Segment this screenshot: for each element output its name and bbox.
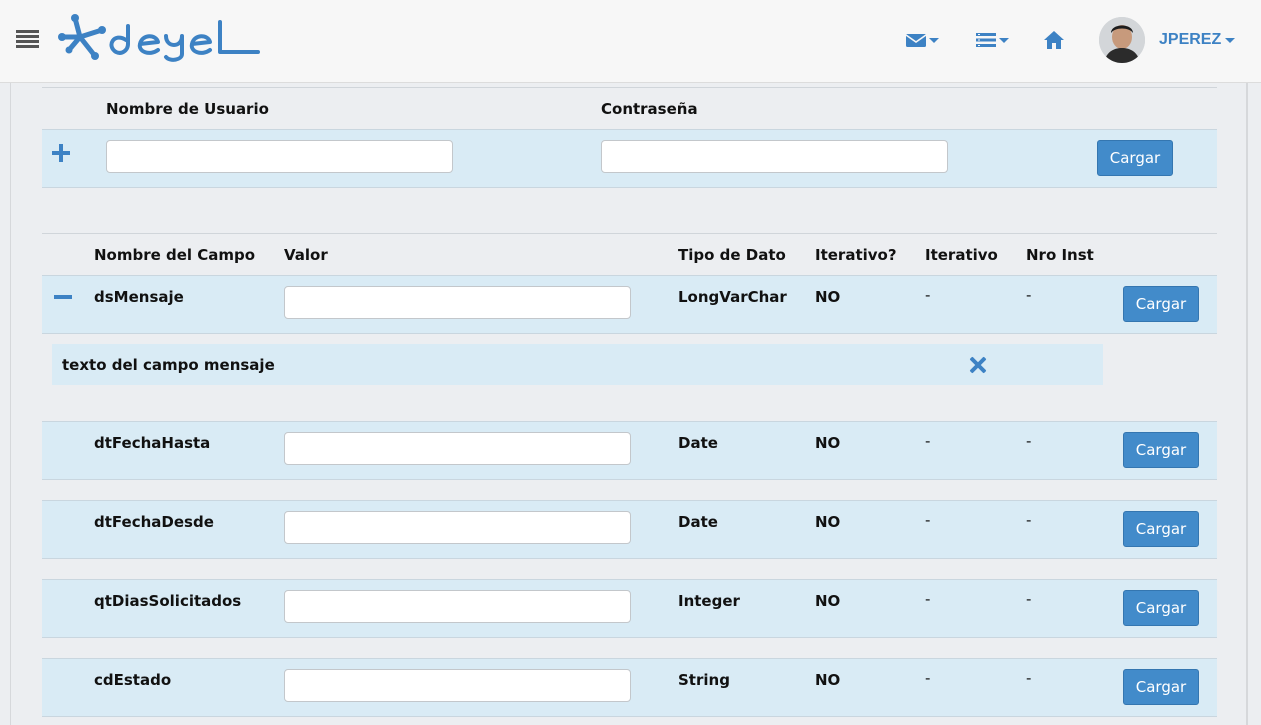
value-input[interactable] — [284, 669, 631, 702]
minus-icon[interactable] — [54, 295, 72, 299]
load-field-button[interactable]: Cargar — [1123, 669, 1199, 705]
iterative-value: - — [925, 590, 931, 608]
menu-icon[interactable] — [16, 30, 39, 50]
nro-inst-value: - — [1026, 286, 1032, 304]
chevron-down-icon — [929, 37, 939, 43]
divider — [42, 233, 1217, 234]
field-description-panel: texto del campo mensaje — [52, 344, 1103, 385]
iterative-value: - — [925, 286, 931, 304]
avatar[interactable] — [1099, 17, 1145, 63]
nro-inst-value: - — [1026, 590, 1032, 608]
nro-inst-value: - — [1026, 511, 1032, 529]
value-input[interactable] — [284, 286, 631, 319]
data-type: Date — [678, 434, 718, 452]
plus-icon[interactable] — [52, 143, 72, 163]
iterative-q-value: NO — [815, 288, 841, 306]
password-column-header: Contraseña — [601, 100, 698, 118]
value-input[interactable] — [284, 511, 631, 544]
load-field-button[interactable]: Cargar — [1123, 511, 1199, 547]
iterative-q-header: Iterativo? — [815, 246, 897, 264]
nro-inst-value: - — [1026, 669, 1032, 687]
load-field-button[interactable]: Cargar — [1123, 590, 1199, 626]
field-name-header: Nombre del Campo — [94, 246, 256, 264]
user-menu[interactable]: JPEREZ — [1159, 31, 1236, 49]
value-input[interactable] — [284, 432, 631, 465]
iterative-q-value: NO — [815, 513, 841, 531]
deyel-logo[interactable]: deyel — [58, 12, 288, 66]
home-icon[interactable] — [1043, 27, 1065, 53]
main-panel: Nombre de Usuario Contraseña Cargar Nomb… — [10, 83, 1248, 725]
field-name: dsMensaje — [94, 288, 184, 306]
chevron-down-icon — [999, 37, 1009, 43]
load-field-button[interactable]: Cargar — [1123, 432, 1199, 468]
nro-inst-header: Nro Inst — [1026, 246, 1094, 264]
field-name: dtFechaHasta — [94, 434, 211, 452]
iterative-value: - — [925, 432, 931, 450]
value-header: Valor — [284, 246, 328, 264]
close-icon[interactable] — [969, 356, 987, 374]
field-name: cdEstado — [94, 671, 172, 689]
list-icon[interactable] — [975, 27, 1009, 53]
data-type: String — [678, 671, 730, 689]
field-name: qtDiasSolicitados — [94, 592, 242, 610]
load-field-button[interactable]: Cargar — [1123, 286, 1199, 322]
field-description: texto del campo mensaje — [62, 356, 275, 374]
field-name: dtFechaDesde — [94, 513, 214, 531]
value-input[interactable] — [284, 590, 631, 623]
iterative-value: - — [925, 669, 931, 687]
divider — [42, 87, 1217, 88]
chevron-down-icon — [1225, 37, 1236, 43]
iterative-q-value: NO — [815, 592, 841, 610]
password-input[interactable] — [601, 140, 948, 173]
iterative-q-value: NO — [815, 671, 841, 689]
top-bar: deyel — [0, 0, 1261, 83]
iterative-value: - — [925, 511, 931, 529]
type-header: Tipo de Dato — [678, 246, 786, 264]
data-type: Integer — [678, 592, 740, 610]
username-input[interactable] — [106, 140, 453, 173]
iterative-header: Iterativo — [925, 246, 998, 264]
load-login-button[interactable]: Cargar — [1097, 140, 1173, 176]
username-column-header: Nombre de Usuario — [106, 100, 269, 118]
data-type: Date — [678, 513, 718, 531]
mail-icon[interactable] — [905, 27, 939, 53]
nro-inst-value: - — [1026, 432, 1032, 450]
username-label: JPEREZ — [1159, 31, 1222, 48]
data-type: LongVarChar — [678, 288, 787, 306]
iterative-q-value: NO — [815, 434, 841, 452]
